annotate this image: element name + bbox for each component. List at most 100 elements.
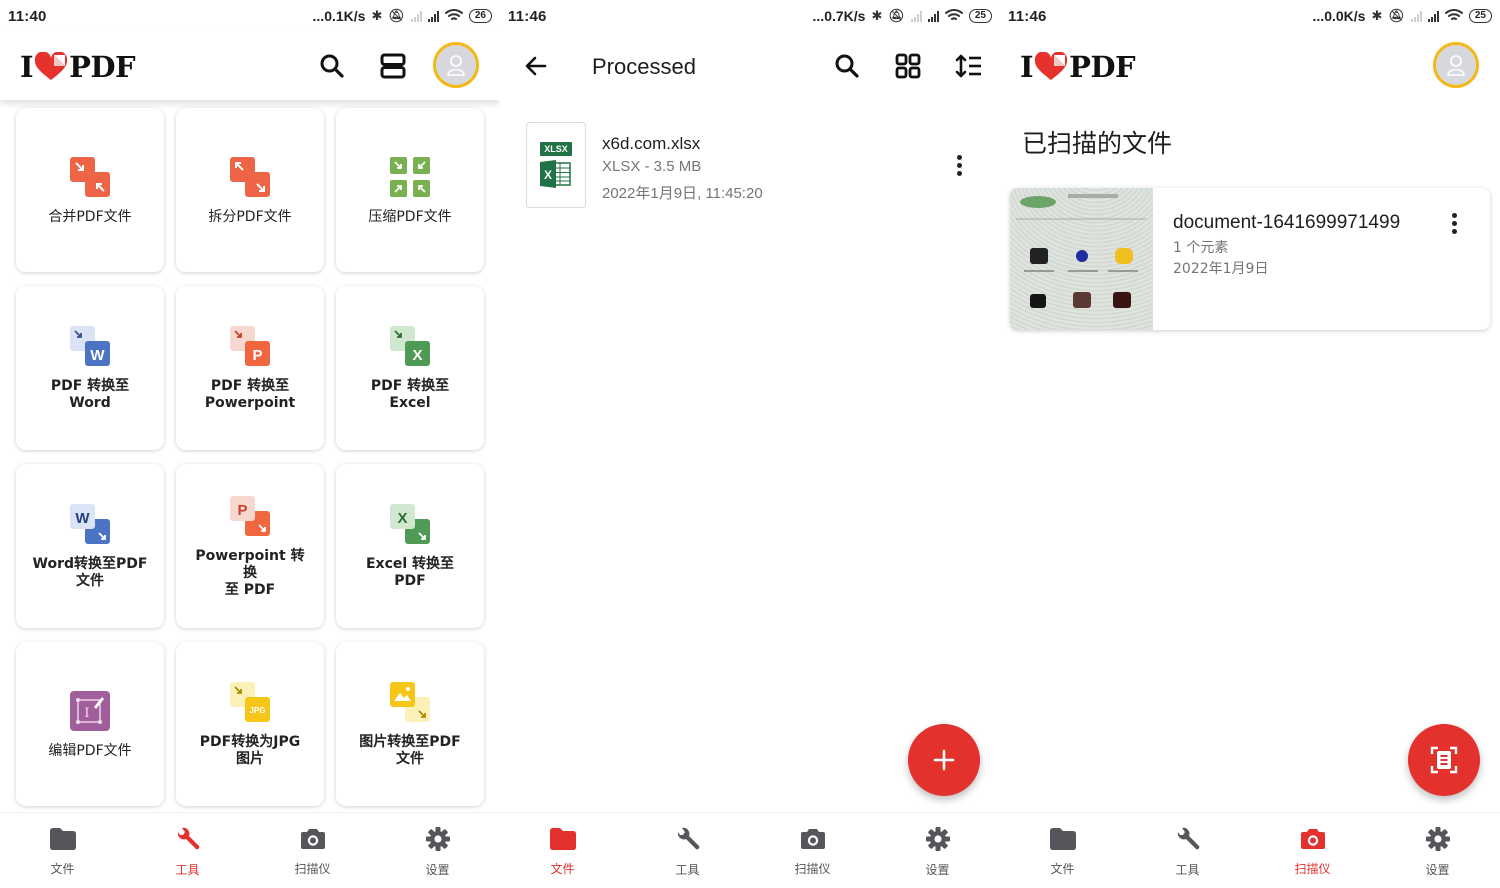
- tool-card[interactable]: W PDF 转换至 Word: [16, 286, 164, 450]
- battery-indicator: 25: [1468, 9, 1492, 23]
- file-date: 2022年1月9日, 11:45:20: [602, 185, 763, 202]
- gear-icon: [925, 826, 951, 857]
- tool-card[interactable]: 拆分PDF文件: [176, 108, 324, 272]
- tool-card[interactable]: 压缩PDF文件: [336, 108, 484, 272]
- tool-label: 图片转换至PDF 文件: [359, 734, 461, 767]
- scan-more-button[interactable]: [1442, 208, 1466, 238]
- nav-label: 设置: [925, 862, 950, 877]
- layout-toggle-button[interactable]: [375, 48, 411, 84]
- image-to-pdf-icon: [388, 680, 432, 724]
- file-more-button[interactable]: [947, 150, 971, 180]
- camera-icon: [299, 827, 327, 856]
- tools-grid: 合并PDF文件 拆分PDF文件 压缩PDF文件 W PDF 转换至 Word P PDF 转…: [16, 108, 486, 806]
- nav-tab-wrench[interactable]: 工具: [1125, 813, 1250, 888]
- nav-tab-wrench[interactable]: 工具: [125, 813, 250, 888]
- camera-icon: [1299, 827, 1327, 856]
- tool-label: 压缩PDF文件: [368, 208, 452, 225]
- heart-logo-icon: [1034, 52, 1068, 80]
- add-icon: [933, 749, 955, 771]
- nav-tab-folder[interactable]: 文件: [500, 813, 625, 888]
- user-avatar-icon: [1447, 55, 1465, 76]
- camera-icon: [799, 827, 827, 856]
- tool-label: PDF转换为JPG 图片: [199, 734, 301, 767]
- tool-card[interactable]: X Excel 转换至 PDF: [336, 464, 484, 628]
- nav-tab-camera[interactable]: 扫描仪: [750, 813, 875, 888]
- tool-card[interactable]: P Powerpoint 转换 至 PDF: [176, 464, 324, 628]
- status-indicators: ...0.7K/s ✱ 🔕︎ 25: [813, 8, 992, 25]
- scan-name: document-1641699971499: [1173, 212, 1401, 233]
- bluetooth-icon: ✱: [1371, 8, 1383, 23]
- scan-fab-button[interactable]: [1408, 724, 1480, 796]
- scan-thumbnail: [1010, 188, 1153, 330]
- tool-card[interactable]: X PDF 转换至 Excel: [336, 286, 484, 450]
- grid-view-button[interactable]: [890, 48, 926, 84]
- pdf-to-excel-icon: X: [388, 324, 432, 368]
- nav-tab-camera[interactable]: 扫描仪: [1250, 813, 1375, 888]
- search-icon: [835, 54, 859, 78]
- status-indicators: ...0.0K/s ✱ 🔕︎ 25: [1313, 8, 1492, 25]
- arrow-back-icon: [525, 56, 547, 76]
- edit-pdf-icon: I: [68, 689, 112, 733]
- page-title: Processed: [592, 54, 696, 79]
- nav-label: 扫描仪: [294, 861, 331, 876]
- logo-text-pdf: PDF: [1069, 50, 1136, 84]
- scan-preview-image: [1010, 188, 1153, 330]
- tool-card[interactable]: JPG PDF转换为JPG 图片: [176, 642, 324, 806]
- search-button[interactable]: [314, 48, 350, 84]
- tool-label: Powerpoint 转换 至 PDF: [195, 547, 305, 598]
- nav-tab-gear[interactable]: 设置: [375, 813, 500, 888]
- split-pdf-icon: [228, 155, 272, 199]
- scan-item-count: 1 个元素: [1173, 240, 1229, 256]
- view-list-icon: [380, 53, 406, 79]
- nav-tab-camera[interactable]: 扫描仪: [250, 813, 375, 888]
- back-button[interactable]: [518, 48, 554, 84]
- pdf-to-powerpoint-icon: P: [228, 324, 272, 368]
- file-type-size: XLSX - 3.5 MB: [602, 158, 702, 175]
- file-thumbnail: XLSX X: [526, 122, 586, 208]
- search-button[interactable]: [829, 48, 865, 84]
- network-speed: ...0.1K/s: [312, 8, 366, 24]
- app-header: I PDF: [0, 32, 500, 100]
- nav-label: 设置: [425, 862, 450, 877]
- nav-tab-gear[interactable]: 设置: [875, 813, 1000, 888]
- nav-label: 工具: [175, 862, 200, 877]
- pdf-to-word-icon: W: [68, 324, 112, 368]
- sort-icon: [955, 54, 981, 78]
- file-list-item[interactable]: XLSX X x6d.com.xlsx XLSX - 3.5 MB 2022年1…: [526, 122, 986, 210]
- wrench-icon: [175, 826, 201, 857]
- status-bar: 11:46 ...0.0K/s ✱ 🔕︎ 25: [1000, 0, 1500, 32]
- signal-sim2-icon: [410, 10, 422, 22]
- nav-label: 工具: [675, 862, 700, 877]
- nav-tab-folder[interactable]: 文件: [0, 813, 125, 888]
- sort-button[interactable]: [951, 48, 987, 84]
- tool-card[interactable]: P PDF 转换至 Powerpoint: [176, 286, 324, 450]
- excel-to-pdf-icon: X: [388, 502, 432, 546]
- nav-tab-wrench[interactable]: 工具: [625, 813, 750, 888]
- user-avatar-button[interactable]: [1433, 42, 1479, 88]
- ilovepdf-logo: I PDF: [20, 50, 136, 84]
- wrench-icon: [1175, 826, 1201, 857]
- tool-label: 编辑PDF文件: [48, 742, 132, 759]
- scanned-document-card[interactable]: document-1641699971499 1 个元素 2022年1月9日: [1010, 188, 1490, 330]
- nav-tab-folder[interactable]: 文件: [1000, 813, 1125, 888]
- folder-icon: [1049, 827, 1077, 856]
- bottom-navigation: 文件 工具 扫描仪 设置: [1000, 812, 1500, 888]
- more-vert-icon: [956, 154, 962, 160]
- add-fab-button[interactable]: [908, 724, 980, 796]
- compress-pdf-icon: [388, 155, 432, 199]
- tool-card[interactable]: W Word转换至PDF 文件: [16, 464, 164, 628]
- tool-label: PDF 转换至 Excel: [370, 378, 450, 411]
- user-avatar-button[interactable]: [433, 42, 479, 88]
- tool-card[interactable]: I 编辑PDF文件: [16, 642, 164, 806]
- file-name: x6d.com.xlsx: [602, 134, 701, 153]
- wifi-icon: [1444, 8, 1463, 25]
- document-scan-icon: [1430, 746, 1458, 774]
- section-title: 已扫描的文件: [1022, 129, 1173, 158]
- bottom-navigation: 文件 工具 扫描仪 设置: [0, 812, 500, 888]
- ilovepdf-logo: I PDF: [1020, 50, 1136, 84]
- folder-icon: [549, 827, 577, 856]
- tool-card[interactable]: 图片转换至PDF 文件: [336, 642, 484, 806]
- tool-card[interactable]: 合并PDF文件: [16, 108, 164, 272]
- battery-indicator: 26: [468, 9, 492, 23]
- nav-tab-gear[interactable]: 设置: [1375, 813, 1500, 888]
